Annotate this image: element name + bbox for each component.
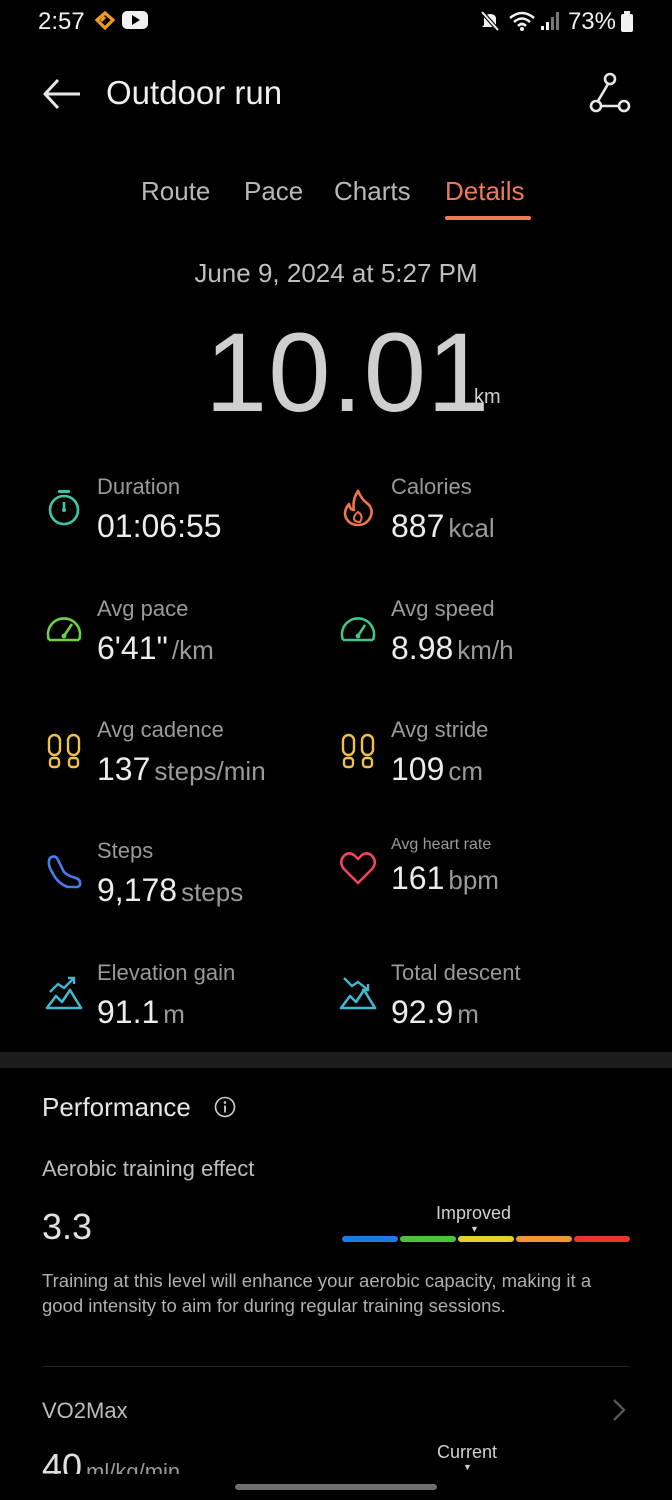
elevation-gain-value: 91.1 <box>97 994 160 1030</box>
vo2max-unit: ml/kg/min <box>86 1459 181 1474</box>
avg-stride-unit: cm <box>448 756 484 786</box>
signal-icon <box>541 12 559 30</box>
avg-cadence-value: 137 <box>97 751 151 787</box>
avg-pace-unit: /km <box>171 635 214 665</box>
aerobic-scale-segment-4 <box>516 1236 572 1242</box>
calories-unit: kcal <box>448 513 495 543</box>
vo2max-marker-label: Current <box>437 1442 498 1462</box>
elevation-gain-icon <box>45 976 83 1010</box>
tab-details[interactable]: Details <box>445 176 524 207</box>
vo2max-value-row: 40 ml/kg/min <box>42 1440 342 1474</box>
section-divider <box>0 1052 672 1068</box>
tab-route[interactable]: Route <box>141 176 210 207</box>
avg-speed-unit: km/h <box>457 635 514 665</box>
aerobic-scale-segment-2 <box>400 1236 456 1242</box>
youtube-icon <box>122 11 148 29</box>
vo2max-marker: ▼ <box>463 1462 472 1472</box>
avg-heart-rate-label: Avg heart rate <box>391 836 492 853</box>
avg-cadence-unit: steps/min <box>154 756 266 786</box>
pace-gauge-icon <box>46 617 82 642</box>
row-separator <box>42 1366 630 1367</box>
performance-title: Performance <box>42 1092 191 1122</box>
duration-value: 01:06:55 <box>97 508 222 544</box>
distance-unit: km <box>474 386 501 408</box>
aerobic-level-label: Improved <box>436 1203 512 1223</box>
avg-speed-label: Avg speed <box>391 596 495 621</box>
stopwatch-icon <box>48 490 80 526</box>
steps-unit: steps <box>181 877 244 907</box>
total-descent-icon <box>339 977 377 1010</box>
speed-gauge-icon <box>340 617 376 642</box>
aerobic-training-effect-value: 3.3 <box>42 1206 93 1247</box>
avg-stride-value: 109 <box>391 751 445 787</box>
avg-heart-rate-value: 161 <box>391 860 445 896</box>
route-icon[interactable] <box>588 72 632 114</box>
stride-footprints-icon <box>341 733 375 769</box>
duration-label: Duration <box>97 474 181 499</box>
tab-pace[interactable]: Pace <box>244 176 303 207</box>
notification-app-icon <box>94 10 116 31</box>
steps-label: Steps <box>97 838 154 863</box>
avg-stride-label: Avg stride <box>391 717 489 742</box>
flame-icon <box>343 489 373 527</box>
tab-active-indicator <box>445 216 531 220</box>
tab-charts[interactable]: Charts <box>334 176 411 207</box>
avg-speed-value: 8.98 <box>391 630 454 666</box>
avg-pace-label: Avg pace <box>97 596 189 621</box>
steps-value: 9,178 <box>97 872 178 908</box>
aerobic-scale-segment-3 <box>458 1236 514 1242</box>
total-descent-unit: m <box>457 999 479 1029</box>
battery-percent: 73% <box>567 8 616 35</box>
elevation-gain-label: Elevation gain <box>97 960 236 985</box>
battery-icon <box>621 11 633 32</box>
page-title: Outdoor run <box>106 74 283 111</box>
mute-icon <box>480 10 500 32</box>
aerobic-level-marker: ▼ <box>470 1224 479 1234</box>
footprints-icon <box>47 733 81 769</box>
status-time: 2:57 <box>38 8 85 35</box>
heart-icon <box>339 852 377 885</box>
workout-date: June 9, 2024 at 5:27 PM <box>194 258 478 288</box>
shoe-icon <box>47 855 82 889</box>
home-indicator[interactable] <box>235 1484 437 1490</box>
calories-label: Calories <box>391 474 472 499</box>
aerobic-training-effect-label: Aerobic training effect <box>42 1156 255 1181</box>
elevation-gain-unit: m <box>163 999 185 1029</box>
calories-value: 887 <box>391 508 445 544</box>
total-descent-label: Total descent <box>391 960 521 985</box>
distance-value: 10.01 <box>205 310 491 435</box>
aerobic-scale-segment-5 <box>574 1236 630 1242</box>
total-descent-value: 92.9 <box>391 994 454 1030</box>
aerobic-scale-segment-1 <box>342 1236 398 1242</box>
avg-heart-rate-unit: bpm <box>448 865 499 895</box>
back-arrow-icon[interactable] <box>40 74 84 114</box>
vo2max-label[interactable]: VO2Max <box>42 1398 128 1424</box>
aerobic-description: Training at this level will enhance your… <box>42 1270 592 1316</box>
avg-cadence-label: Avg cadence <box>97 717 224 742</box>
info-icon[interactable] <box>214 1096 236 1118</box>
vo2max-value: 40 <box>42 1446 83 1474</box>
chevron-right-icon[interactable] <box>610 1396 628 1424</box>
wifi-icon <box>509 11 535 31</box>
avg-pace-value: 6'41" <box>97 630 168 666</box>
